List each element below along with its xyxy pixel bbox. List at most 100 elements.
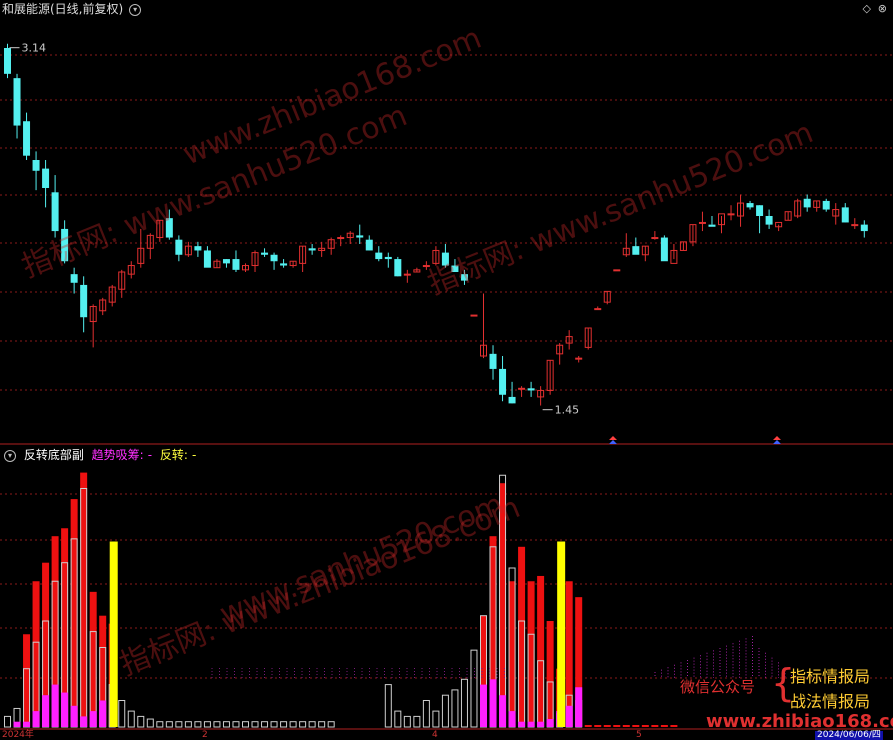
bar-outline [146, 718, 154, 728]
bar-trend-accumulate [565, 705, 573, 727]
price-panel-header: 和展能源(日线,前复权) ▾ [2, 2, 145, 16]
brand-name-1: 指标情报局 [790, 667, 871, 686]
diamond-icon[interactable]: ◇ [863, 2, 871, 15]
bar-outline [299, 721, 307, 728]
chevron-down-icon[interactable]: ▾ [4, 449, 16, 462]
bar-stub [613, 725, 621, 727]
candle-body-down [232, 259, 240, 270]
bar-red [32, 581, 40, 727]
trend-value: - [147, 448, 153, 462]
chart-window: 3.14 1.45 和展能源(日线,前复权) ▾ ◇ ⊗ ▾ 反转底部副 趋势吸筹:… [0, 0, 893, 740]
bar-trend-accumulate [99, 700, 107, 727]
bar-stub [584, 725, 592, 727]
candle-body-up [698, 221, 706, 224]
bar-stub [670, 725, 678, 727]
bar-trend-accumulate [480, 684, 487, 727]
bar-trend-accumulate [575, 687, 583, 727]
bar-red [89, 591, 97, 727]
bar-trend-accumulate [499, 695, 507, 727]
candle-body-up [727, 213, 735, 216]
candle-body-down [841, 207, 849, 223]
candle-body-up [594, 308, 602, 311]
bar-trend-accumulate [80, 716, 88, 727]
bar-outline [289, 721, 297, 728]
bar-red [527, 581, 535, 727]
reversal-label: 反转: [159, 448, 188, 462]
bar-red [499, 483, 507, 727]
bar-trend-accumulate [537, 721, 545, 727]
bar-outline [127, 710, 135, 728]
bar-outline [203, 721, 211, 728]
bar-trend-accumulate [518, 721, 526, 727]
candle-body-up [851, 224, 859, 227]
bar-stub [660, 725, 668, 727]
candle-body-down [660, 237, 668, 262]
candle-body-down [80, 284, 88, 318]
candle-body-down [394, 259, 402, 277]
candle-body-up [575, 357, 583, 360]
candle-body-down [756, 205, 764, 216]
bar-trend-accumulate [61, 692, 69, 727]
bar-trend-accumulate [70, 705, 78, 727]
chevron-down-icon[interactable]: ▾ [129, 3, 142, 16]
bar-trend-accumulate [51, 684, 59, 727]
bar-outline [137, 715, 145, 728]
indicator-panel-header: ▾ 反转底部副 趋势吸筹: - 反转: - [2, 448, 200, 462]
candle-body-up [651, 237, 659, 240]
bar-red [80, 472, 88, 727]
candle-body-down [13, 78, 21, 126]
candle-body-down [42, 168, 50, 188]
candle-body-up [518, 387, 526, 390]
bar-stub [641, 725, 649, 727]
bar-red [565, 581, 573, 727]
brand-site: www.zhibiao168.com [706, 711, 893, 732]
candlestick-and-indicator-chart: 3.14 1.45 [0, 42, 893, 730]
candle-body-down [70, 274, 78, 283]
candle-body-down [708, 224, 716, 227]
candle-body-down [222, 259, 230, 264]
low-price-label: 1.45 [555, 404, 580, 417]
signal-arrow-icon [609, 440, 617, 444]
candle-body-down [203, 250, 211, 268]
candle-body-up [403, 273, 411, 276]
bar-outline [403, 715, 411, 728]
candle-body-down [746, 203, 754, 208]
bar-outline [232, 721, 240, 728]
bar-outline [242, 721, 249, 728]
bar-reversal [109, 541, 118, 727]
bar-red [23, 634, 31, 727]
signal-arrow-icon [773, 436, 781, 440]
bar-outline [175, 721, 183, 728]
bar-outline [118, 700, 126, 728]
trend-label: 趋势吸筹: [91, 448, 144, 462]
candle-body-down [32, 160, 40, 171]
close-icon[interactable]: ⊗ [878, 2, 887, 15]
bar-outline [4, 715, 11, 728]
bar-red [546, 621, 554, 727]
bar-outline [422, 700, 430, 728]
candle-body-down [280, 263, 288, 266]
candle-body-up [337, 237, 345, 240]
bar-outline [441, 694, 449, 728]
candle-body-down [23, 121, 31, 156]
bar-trend-accumulate [89, 711, 97, 727]
bar-outline [165, 721, 173, 728]
bar-outline [270, 721, 278, 728]
bar-outline [460, 678, 468, 728]
candle-body-down [765, 216, 773, 225]
candle-body-up [613, 269, 621, 272]
bar-trend-accumulate [508, 711, 516, 727]
bar-outline [384, 684, 392, 728]
bar-outline [308, 721, 316, 728]
bar-outline [413, 715, 421, 728]
candle-body-down [527, 388, 535, 391]
candle-body-down [499, 368, 507, 395]
bar-trend-accumulate [23, 721, 31, 727]
bar-trend-accumulate [527, 721, 535, 727]
reversal-value: - [191, 448, 197, 462]
bar-red [518, 546, 526, 727]
bar-trend-accumulate [546, 719, 554, 727]
candle-body-down [356, 235, 364, 238]
bar-outline [251, 721, 259, 728]
high-price-label: 3.14 [22, 42, 47, 55]
